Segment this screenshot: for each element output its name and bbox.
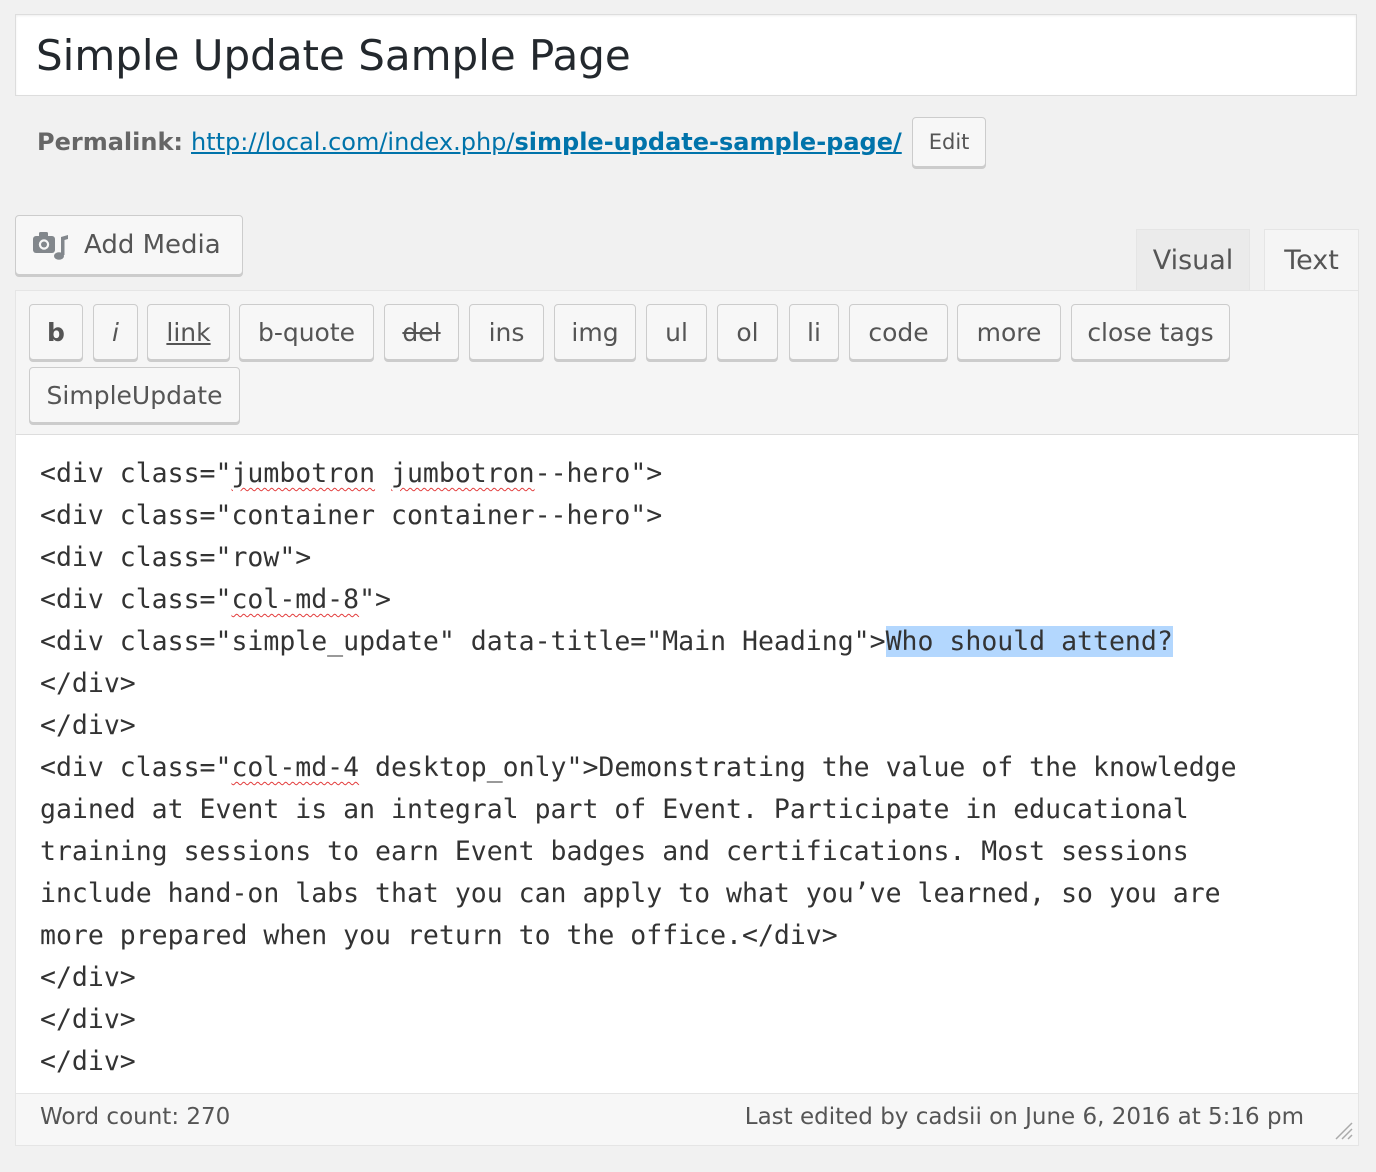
quicktag-ul-button[interactable]: ul [646, 304, 707, 360]
code-line: more prepared when you return to the off… [40, 920, 838, 951]
last-edited-info: Last edited by cadsii on June 6, 2016 at… [744, 1104, 1304, 1130]
code-line: </div> [40, 1004, 136, 1035]
editor-status-bar: Word count: 270 Last edited by cadsii on… [16, 1093, 1358, 1145]
quicktag-ol-button[interactable]: ol [717, 304, 778, 360]
post-title-input[interactable] [16, 15, 1356, 95]
code-line: include hand-on labs that you can apply … [40, 878, 1221, 909]
quicktag-code-button[interactable]: code [849, 304, 948, 360]
code-line: </div> [40, 668, 136, 699]
quicktag-close-tags-button[interactable]: close tags [1071, 304, 1230, 360]
code-line: </div> [40, 1046, 136, 1077]
permalink-label: Permalink: [37, 128, 184, 156]
edit-permalink-button[interactable]: Edit [911, 117, 987, 167]
permalink-url-base: http://local.com/index.php/ [191, 128, 515, 156]
quicktags-toolbar: b i link b-quote del ins img ul ol li co… [16, 291, 1358, 435]
add-media-button[interactable]: Add Media [15, 215, 243, 275]
quicktag-del-button[interactable]: del [384, 304, 459, 360]
content-textarea[interactable]: <div class="jumbotron jumbotron--hero"> … [16, 435, 1358, 1095]
resize-handle-icon[interactable] [1330, 1117, 1354, 1141]
permalink-row: Permalink: http://local.com/index.php/si… [37, 117, 987, 167]
code-line: <div class="col-md-8"> [40, 584, 392, 615]
quicktag-img-button[interactable]: img [554, 304, 636, 360]
tab-text[interactable]: Text [1264, 229, 1359, 291]
quicktag-italic-button[interactable]: i [93, 304, 138, 360]
code-line: <div class="row"> [40, 542, 312, 573]
tab-visual[interactable]: Visual [1136, 229, 1250, 291]
quicktag-link-button[interactable]: link [147, 304, 230, 360]
quicktag-ins-button[interactable]: ins [469, 304, 544, 360]
selected-text: Who should attend? [885, 626, 1173, 657]
quicktag-li-button[interactable]: li [789, 304, 839, 360]
quicktag-bold-button[interactable]: b [29, 304, 83, 360]
quicktag-simpleupdate-button[interactable]: SimpleUpdate [29, 367, 240, 423]
word-count: Word count: 270 [40, 1104, 231, 1130]
code-line: <div class="container container--hero"> [40, 500, 663, 531]
code-line: <div class="jumbotron jumbotron--hero"> [40, 458, 663, 489]
code-line: </div> [40, 710, 136, 741]
add-media-label: Add Media [84, 230, 221, 260]
code-line: <div class="col-md-4 desktop_only">Demon… [40, 752, 1237, 783]
code-line: training sessions to earn Event badges a… [40, 836, 1189, 867]
media-icon [32, 227, 70, 263]
quicktag-bquote-button[interactable]: b-quote [239, 304, 374, 360]
permalink-link[interactable]: http://local.com/index.php/simple-update… [191, 128, 902, 156]
permalink-url-slug: simple-update-sample-page/ [514, 128, 902, 156]
text-editor: b i link b-quote del ins img ul ol li co… [15, 290, 1359, 1146]
quicktag-more-button[interactable]: more [957, 304, 1061, 360]
code-line: gained at Event is an integral part of E… [40, 794, 1189, 825]
code-line: </div> [40, 962, 136, 993]
title-field-wrapper [15, 14, 1357, 96]
code-line: <div class="simple_update" data-title="M… [40, 626, 1173, 657]
